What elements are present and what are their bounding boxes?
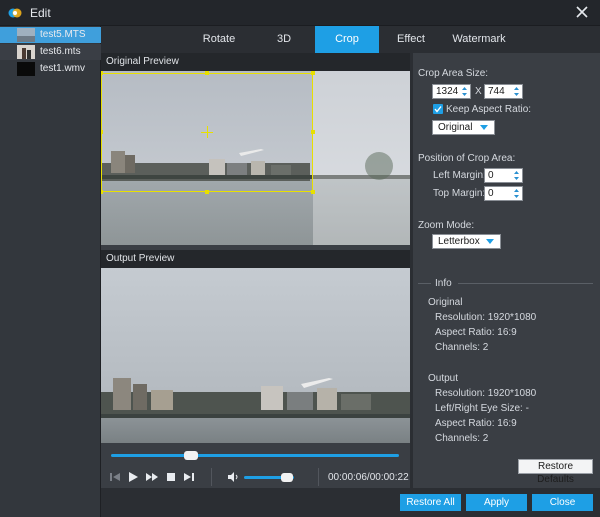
- file-name: test5.MTS: [40, 29, 86, 40]
- crop-handle-left[interactable]: [101, 130, 103, 134]
- tab-rotate[interactable]: Rotate: [184, 26, 254, 53]
- stop-icon[interactable]: [164, 470, 178, 484]
- output-eye-size: Left/Right Eye Size: -: [435, 403, 529, 414]
- close-button[interactable]: Close: [532, 494, 593, 511]
- zoom-mode-value: Letterbox: [438, 236, 480, 247]
- tab-crop[interactable]: Crop: [315, 26, 379, 53]
- left-margin-value: 0: [488, 170, 494, 181]
- crop-width-input[interactable]: 1324: [432, 84, 471, 99]
- restore-all-button[interactable]: Restore All: [400, 494, 461, 511]
- window-title: Edit: [30, 6, 51, 20]
- aspect-ratio-value: Original: [438, 122, 473, 133]
- spinner-arrows-icon[interactable]: [513, 170, 520, 181]
- original-resolution: Resolution: 1920*1080: [435, 312, 537, 323]
- output-resolution: Resolution: 1920*1080: [435, 388, 537, 399]
- crop-height-input[interactable]: 744: [484, 84, 523, 99]
- close-icon[interactable]: [574, 4, 590, 20]
- seek-handle[interactable]: [184, 451, 198, 460]
- crop-height-value: 744: [488, 86, 505, 97]
- crop-width-value: 1324: [436, 86, 459, 97]
- tab-effect[interactable]: Effect: [379, 26, 443, 53]
- play-icon[interactable]: [126, 470, 140, 484]
- top-margin-input[interactable]: 0: [484, 186, 523, 201]
- spinner-arrows-icon[interactable]: [513, 188, 520, 199]
- crop-handle-bottom[interactable]: [205, 190, 209, 194]
- file-item-test6[interactable]: test6.mts: [0, 44, 101, 60]
- file-item-test5[interactable]: test5.MTS: [0, 27, 101, 43]
- preview-area: Original Preview Output Preview: [101, 53, 410, 488]
- original-preview-label: Original Preview: [101, 53, 410, 71]
- file-name: test6.mts: [40, 46, 81, 57]
- output-info-title: Output: [428, 373, 459, 384]
- left-margin-input[interactable]: 0: [484, 168, 523, 183]
- toolbar-divider: [318, 468, 319, 486]
- toolbar-divider: [211, 468, 212, 486]
- crop-handle-top-left[interactable]: [101, 71, 103, 75]
- video-thumbnail: [17, 45, 35, 59]
- zoom-mode-label: Zoom Mode:: [418, 220, 475, 231]
- checkmark-icon: [434, 106, 442, 113]
- edit-tab-bar: Rotate 3D Crop Effect Watermark: [101, 26, 600, 53]
- chevron-down-icon: [480, 125, 488, 130]
- original-info-title: Original: [428, 297, 463, 308]
- top-margin-value: 0: [488, 188, 494, 199]
- info-divider: [418, 283, 431, 284]
- original-aspect-ratio: Aspect Ratio: 16:9: [435, 327, 517, 338]
- crop-position-label: Position of Crop Area:: [418, 153, 516, 164]
- aspect-ratio-dropdown[interactable]: Original: [432, 120, 495, 135]
- original-preview-image: [101, 71, 410, 245]
- info-divider: [458, 283, 593, 284]
- volume-icon[interactable]: [226, 470, 240, 484]
- title-bar: Edit: [0, 0, 600, 26]
- chevron-down-icon: [486, 239, 494, 244]
- seek-bar[interactable]: [111, 454, 399, 457]
- video-thumbnail: [17, 62, 35, 76]
- keep-aspect-label: Keep Aspect Ratio:: [446, 104, 532, 115]
- left-margin-label: Left Margin:: [433, 170, 486, 181]
- volume-handle[interactable]: [281, 473, 293, 482]
- apply-button[interactable]: Apply: [466, 494, 527, 511]
- crop-handle-bottom-left[interactable]: [101, 190, 103, 194]
- output-aspect-ratio: Aspect Ratio: 16:9: [435, 418, 517, 429]
- crop-handle-top-right[interactable]: [311, 71, 315, 75]
- keep-aspect-checkbox[interactable]: [433, 104, 443, 114]
- file-list: test5.MTS test6.mts test1.wmv: [0, 26, 101, 517]
- zoom-mode-dropdown[interactable]: Letterbox: [432, 234, 501, 249]
- crop-handle-right[interactable]: [311, 130, 315, 134]
- original-channels: Channels: 2: [435, 342, 489, 353]
- crop-handle-bottom-right[interactable]: [311, 190, 315, 194]
- video-thumbnail: [17, 28, 35, 42]
- output-channels: Channels: 2: [435, 433, 489, 444]
- file-name: test1.wmv: [40, 63, 86, 74]
- fast-forward-icon[interactable]: [145, 470, 159, 484]
- crop-area-size-label: Crop Area Size:: [418, 68, 489, 79]
- output-preview-label: Output Preview: [101, 250, 410, 268]
- skip-forward-icon[interactable]: [182, 470, 196, 484]
- top-margin-label: Top Margin:: [433, 188, 486, 199]
- crop-center-crosshair: [207, 126, 208, 138]
- crop-settings-panel: Crop Area Size: 1324 X 744 Keep Aspect R…: [413, 53, 600, 488]
- times-sign: X: [475, 86, 482, 97]
- spinner-arrows-icon[interactable]: [461, 86, 468, 97]
- info-title: Info: [435, 278, 452, 289]
- playback-timecode: 00:00:06/00:00:22: [328, 472, 409, 483]
- spinner-arrows-icon[interactable]: [513, 86, 520, 97]
- restore-defaults-button[interactable]: Restore Defaults: [518, 459, 593, 485]
- file-item-test1[interactable]: test1.wmv: [0, 61, 101, 77]
- crop-handle-top[interactable]: [205, 71, 209, 75]
- output-preview-image: [101, 268, 410, 443]
- app-logo-icon: [8, 8, 22, 18]
- tab-3d[interactable]: 3D: [254, 26, 314, 53]
- skip-back-icon[interactable]: [108, 470, 122, 484]
- tab-watermark[interactable]: Watermark: [443, 26, 515, 53]
